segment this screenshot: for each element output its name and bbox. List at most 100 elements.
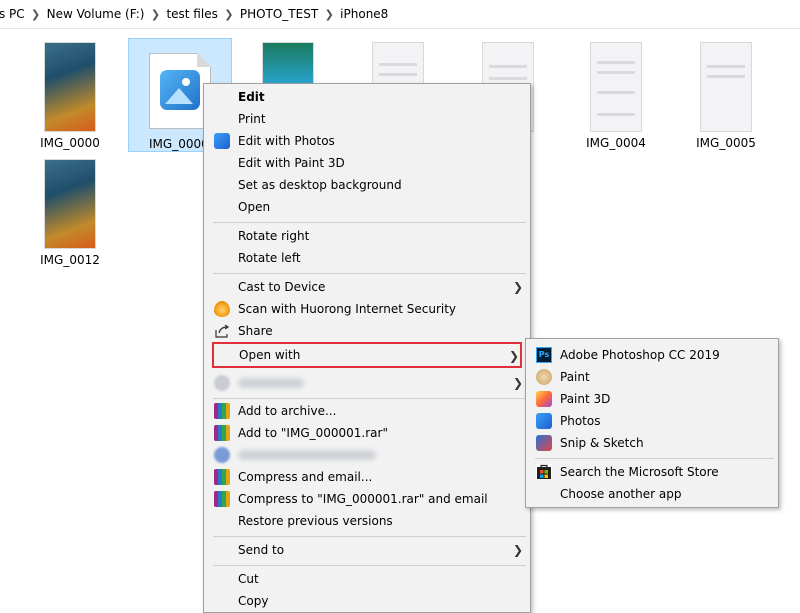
- menu-item-label: Open with: [239, 348, 301, 362]
- open-with-submenu: Ps Adobe Photoshop CC 2019 Paint Paint 3D…: [525, 338, 779, 508]
- menu-item-print[interactable]: Print: [205, 108, 529, 130]
- submenu-item-paint[interactable]: Paint: [527, 366, 777, 388]
- menu-item-edit[interactable]: Edit: [205, 86, 529, 108]
- menu-separator: [213, 222, 526, 223]
- menu-item-compress-to-rar-email[interactable]: Compress to "IMG_000001.rar" and email: [205, 488, 529, 510]
- chevron-right-icon[interactable]: ❯: [218, 8, 240, 21]
- menu-item-label: Print: [238, 112, 266, 126]
- file-name: IMG_0012: [40, 253, 100, 267]
- chevron-right-icon: ❯: [512, 376, 523, 390]
- chevron-right-icon[interactable]: ❯: [25, 8, 47, 21]
- file-name: IMG_0005: [696, 136, 756, 150]
- store-icon: [536, 464, 552, 480]
- submenu-item-photoshop[interactable]: Ps Adobe Photoshop CC 2019: [527, 344, 777, 366]
- paint-icon: [536, 369, 552, 385]
- breadcrumb-test-files[interactable]: test files: [166, 7, 217, 21]
- breadcrumb-iphone8[interactable]: iPhone8: [340, 7, 388, 21]
- menu-item-label: Rotate right: [238, 229, 310, 243]
- menu-item-compress-and-email[interactable]: Compress and email...: [205, 466, 529, 488]
- menu-item-rotate-left[interactable]: Rotate left: [205, 247, 529, 269]
- chevron-right-icon[interactable]: ❯: [144, 8, 166, 21]
- chevron-right-icon: ❯: [512, 280, 523, 294]
- menu-item-label: Share: [238, 324, 273, 338]
- winrar-icon: [214, 425, 230, 441]
- menu-item-blurred[interactable]: [205, 444, 529, 466]
- menu-separator: [213, 536, 526, 537]
- breadcrumb-new-volume[interactable]: New Volume (F:): [47, 7, 145, 21]
- menu-item-add-to-rar[interactable]: Add to "IMG_000001.rar": [205, 422, 529, 444]
- menu-item-cast-to-device[interactable]: Cast to Device ❯: [205, 276, 529, 298]
- breadcrumb-photo-test[interactable]: PHOTO_TEST: [240, 7, 318, 21]
- photo-file-icon: [149, 53, 211, 129]
- menu-item-share[interactable]: Share: [205, 320, 529, 342]
- menu-separator: [213, 273, 526, 274]
- file-item[interactable]: IMG_0004: [564, 38, 668, 152]
- file-name: IMG_0004: [586, 136, 646, 150]
- context-menu: Edit Print Edit with Photos Edit with Pa…: [203, 83, 531, 613]
- photoshop-icon: Ps: [536, 347, 552, 363]
- menu-item-cut[interactable]: Cut: [205, 568, 529, 590]
- menu-item-scan-huorong[interactable]: Scan with Huorong Internet Security: [205, 298, 529, 320]
- menu-item-label: Edit: [238, 90, 265, 104]
- menu-item-add-to-archive[interactable]: Add to archive...: [205, 400, 529, 422]
- submenu-item-label: Paint 3D: [560, 392, 611, 406]
- chevron-right-icon: ❯: [512, 543, 523, 557]
- winrar-icon: [214, 469, 230, 485]
- menu-item-label: Scan with Huorong Internet Security: [238, 302, 457, 316]
- file-item[interactable]: IMG_0005: [674, 38, 778, 152]
- submenu-item-search-store[interactable]: Search the Microsoft Store: [527, 461, 777, 483]
- submenu-item-choose-another-app[interactable]: Choose another app: [527, 483, 777, 505]
- menu-item-label: Edit with Paint 3D: [238, 156, 345, 170]
- huorong-icon: [214, 301, 230, 317]
- file-thumbnail: [44, 159, 96, 249]
- menu-item-label: Compress to "IMG_000001.rar" and email: [238, 492, 488, 506]
- file-item[interactable]: IMG_0000: [18, 38, 122, 152]
- blurred-icon: [214, 447, 230, 463]
- breadcrumb-this-pc[interactable]: his PC: [0, 7, 25, 21]
- menu-separator: [213, 565, 526, 566]
- blurred-icon: [214, 375, 230, 391]
- submenu-item-photos[interactable]: Photos: [527, 410, 777, 432]
- menu-separator: [213, 398, 526, 399]
- menu-item-label: Cut: [238, 572, 259, 586]
- file-thumbnail: [700, 42, 752, 132]
- menu-item-label: Copy: [238, 594, 269, 608]
- file-thumbnail: [44, 42, 96, 132]
- blurred-label: [238, 450, 376, 460]
- menu-item-label: Open: [238, 200, 271, 214]
- submenu-item-label: Choose another app: [560, 487, 682, 501]
- file-item[interactable]: IMG_0012: [18, 155, 122, 269]
- menu-item-restore-previous-versions[interactable]: Restore previous versions: [205, 510, 529, 532]
- submenu-item-label: Adobe Photoshop CC 2019: [560, 348, 720, 362]
- menu-item-rotate-right[interactable]: Rotate right: [205, 225, 529, 247]
- chevron-right-icon[interactable]: ❯: [318, 8, 340, 21]
- breadcrumb: his PC ❯ New Volume (F:) ❯ test files ❯ …: [0, 0, 800, 29]
- paint3d-icon: [536, 391, 552, 407]
- submenu-item-paint3d[interactable]: Paint 3D: [527, 388, 777, 410]
- menu-item-send-to[interactable]: Send to ❯: [205, 539, 529, 561]
- submenu-item-label: Snip & Sketch: [560, 436, 644, 450]
- menu-item-label: Send to: [238, 543, 285, 557]
- share-icon: [214, 323, 230, 339]
- photos-icon: [536, 413, 552, 429]
- menu-item-edit-with-paint3d[interactable]: Edit with Paint 3D: [205, 152, 529, 174]
- menu-item-open[interactable]: Open: [205, 196, 529, 218]
- menu-item-blurred[interactable]: ❯: [205, 372, 529, 394]
- submenu-item-label: Paint: [560, 370, 590, 384]
- menu-item-label: Add to "IMG_000001.rar": [238, 426, 388, 440]
- menu-separator: [535, 458, 774, 459]
- menu-item-open-with[interactable]: Open with ❯: [212, 342, 522, 368]
- menu-item-label: Cast to Device: [238, 280, 326, 294]
- menu-item-set-desktop-background[interactable]: Set as desktop background: [205, 174, 529, 196]
- winrar-icon: [214, 491, 230, 507]
- submenu-item-label: Search the Microsoft Store: [560, 465, 719, 479]
- winrar-icon: [214, 403, 230, 419]
- menu-item-label: Compress and email...: [238, 470, 373, 484]
- menu-item-edit-with-photos[interactable]: Edit with Photos: [205, 130, 529, 152]
- chevron-right-icon: ❯: [508, 349, 519, 363]
- submenu-item-snip-sketch[interactable]: Snip & Sketch: [527, 432, 777, 454]
- blurred-label: [238, 378, 304, 388]
- submenu-item-label: Photos: [560, 414, 601, 428]
- menu-item-label: Set as desktop background: [238, 178, 402, 192]
- menu-item-copy[interactable]: Copy: [205, 590, 529, 612]
